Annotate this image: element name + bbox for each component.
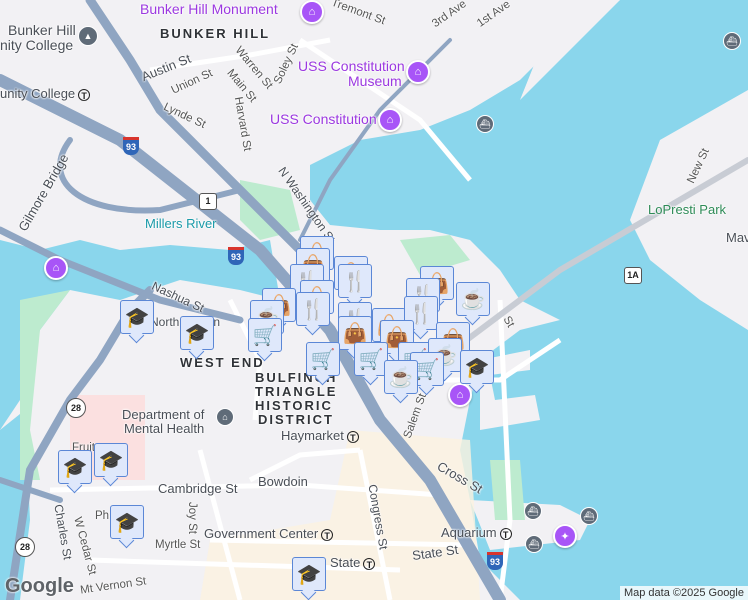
museum-icon[interactable]: ⌂ — [300, 0, 324, 24]
school-pin-icon[interactable]: ▲ — [78, 26, 98, 46]
google-logo: Google — [5, 575, 74, 597]
poi-bhcc-line2[interactable]: nity College — [0, 37, 73, 53]
coffee-cup-icon[interactable]: ☕ — [384, 360, 418, 394]
poi-dmh-line1[interactable]: Department of — [122, 407, 204, 422]
ferry-icon[interactable]: ⛴ — [580, 507, 598, 525]
district-bunker-hill: BUNKER HILL — [160, 26, 271, 41]
museum-icon[interactable]: ⌂ — [448, 383, 472, 407]
us-route-1-shield: 1 — [199, 193, 217, 210]
poi-uss-museum-line1[interactable]: USS Constitution — [298, 58, 405, 74]
interstate-93-shield: 93 — [123, 137, 139, 155]
route-28-shield: 28 — [66, 398, 86, 418]
street-joy: Joy St — [185, 502, 198, 534]
downtown — [200, 430, 480, 600]
graduation-cap-icon[interactable]: 🎓 — [94, 443, 128, 477]
interstate-93-shield: 93 — [228, 247, 244, 265]
street-ph: Ph — [95, 510, 110, 522]
graduation-cap-icon[interactable]: 🎓 — [120, 300, 154, 334]
poi-bunker-hill-monument[interactable]: Bunker Hill Monument — [140, 1, 278, 17]
poi-uss-museum-line2[interactable]: Museum — [348, 73, 402, 89]
ferry-icon[interactable]: ⛴ — [524, 502, 542, 520]
shopping-cart-icon[interactable]: 🛒 — [306, 342, 340, 376]
transit-bowdoin[interactable]: Bowdoin — [258, 474, 308, 489]
poi-uss-constitution[interactable]: USS Constitution — [270, 111, 377, 127]
aquarium-icon[interactable]: ✦ — [553, 524, 577, 548]
interstate-93-shield: 93 — [487, 552, 503, 570]
fork-knife-icon[interactable]: 🍴 — [296, 292, 330, 326]
district-west-end: WEST END — [180, 355, 265, 370]
map-attribution[interactable]: Map data ©2025 Google — [619, 586, 748, 600]
transit-haymarket[interactable]: Haymarket — [281, 428, 359, 443]
graduation-cap-icon[interactable]: 🎓 — [180, 316, 214, 350]
transit-state[interactable]: State — [330, 555, 375, 570]
museum-icon[interactable]: ⌂ — [44, 256, 68, 280]
label-millers-river: Millers River — [145, 216, 217, 231]
transit-government-center[interactable]: Government Center — [204, 526, 333, 541]
graduation-cap-icon[interactable]: 🎓 — [58, 450, 92, 484]
district-bulfinch-3: HISTORIC — [255, 398, 333, 413]
district-bulfinch-4: DISTRICT — [258, 412, 334, 427]
shopping-cart-icon[interactable]: 🛒 — [354, 342, 388, 376]
graduation-cap-icon[interactable]: 🎓 — [292, 557, 326, 591]
route-28-shield: 28 — [15, 537, 35, 557]
museum-icon[interactable]: ⌂ — [406, 60, 430, 84]
museum-icon[interactable]: ⌂ — [378, 108, 402, 132]
graduation-cap-icon[interactable]: 🎓 — [460, 350, 494, 384]
route-1a-shield: 1A — [624, 267, 642, 284]
park-lopresti[interactable]: LoPresti Park — [648, 202, 726, 217]
transit-community-college[interactable]: unity College — [0, 86, 90, 101]
fork-knife-icon[interactable]: 🍴 — [338, 264, 372, 298]
street-myrtle: Myrtle St — [155, 539, 201, 551]
district-bulfinch-2: TRIANGLE — [255, 384, 338, 399]
poi-dmh-line2[interactable]: Mental Health — [124, 421, 204, 436]
shopping-cart-icon[interactable]: 🛒 — [248, 318, 282, 352]
ferry-icon[interactable]: ⛴ — [525, 535, 543, 553]
ferry-icon[interactable]: ⛴ — [723, 32, 741, 50]
label-maverick: Mav — [726, 230, 748, 245]
poi-bhcc-line1[interactable]: Bunker Hill — [8, 22, 76, 38]
graduation-cap-icon[interactable]: 🎓 — [110, 505, 144, 539]
transit-aquarium[interactable]: Aquarium — [441, 525, 512, 540]
coffee-cup-icon[interactable]: ☕ — [456, 282, 490, 316]
ferry-icon[interactable]: ⛴ — [476, 115, 494, 133]
street-cambridge: Cambridge St — [158, 481, 238, 496]
government-building-icon[interactable]: ⌂ — [216, 408, 234, 426]
